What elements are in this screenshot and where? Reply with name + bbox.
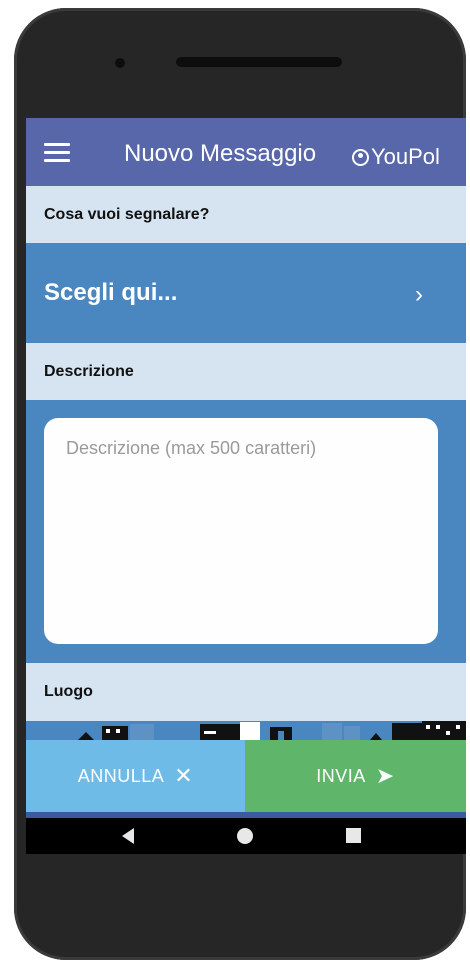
front-camera — [115, 58, 125, 68]
app-bar: Nuovo Messaggio YouPol — [26, 118, 466, 186]
cancel-label: ANNULLA — [77, 765, 165, 786]
choose-label: Scegli qui... — [44, 279, 178, 306]
send-arrow-icon: ➤ — [375, 763, 395, 788]
description-input[interactable] — [44, 418, 438, 644]
brand-logo: YouPol — [352, 144, 440, 170]
earpiece-speaker — [176, 57, 342, 67]
user-circle-icon — [352, 148, 369, 166]
report-type-heading: Cosa vuoi segnalare? — [26, 186, 466, 243]
send-label: INVIA — [316, 765, 366, 786]
hamburger-menu-icon[interactable] — [44, 143, 70, 163]
page-title: Nuovo Messaggio — [124, 140, 317, 167]
recents-square-icon[interactable] — [346, 828, 361, 843]
brand-name: YouPol — [371, 144, 440, 169]
app-screen: Nuovo Messaggio YouPol Cosa vuoi segnala… — [26, 118, 466, 854]
cancel-button[interactable]: ANNULLA ✕ — [26, 740, 245, 812]
close-icon: ✕ — [174, 763, 194, 788]
home-circle-icon[interactable] — [237, 828, 253, 844]
description-heading: Descrizione — [26, 343, 466, 400]
system-nav-bar — [26, 818, 466, 854]
city-skyline-illustration — [26, 721, 466, 740]
chevron-right-icon: › — [415, 281, 423, 308]
location-heading: Luogo — [26, 663, 466, 721]
description-panel — [26, 400, 466, 663]
report-type-selector[interactable]: Scegli qui... › — [26, 243, 466, 343]
back-triangle-icon[interactable] — [122, 828, 134, 844]
send-button[interactable]: INVIA ➤ — [245, 740, 466, 812]
